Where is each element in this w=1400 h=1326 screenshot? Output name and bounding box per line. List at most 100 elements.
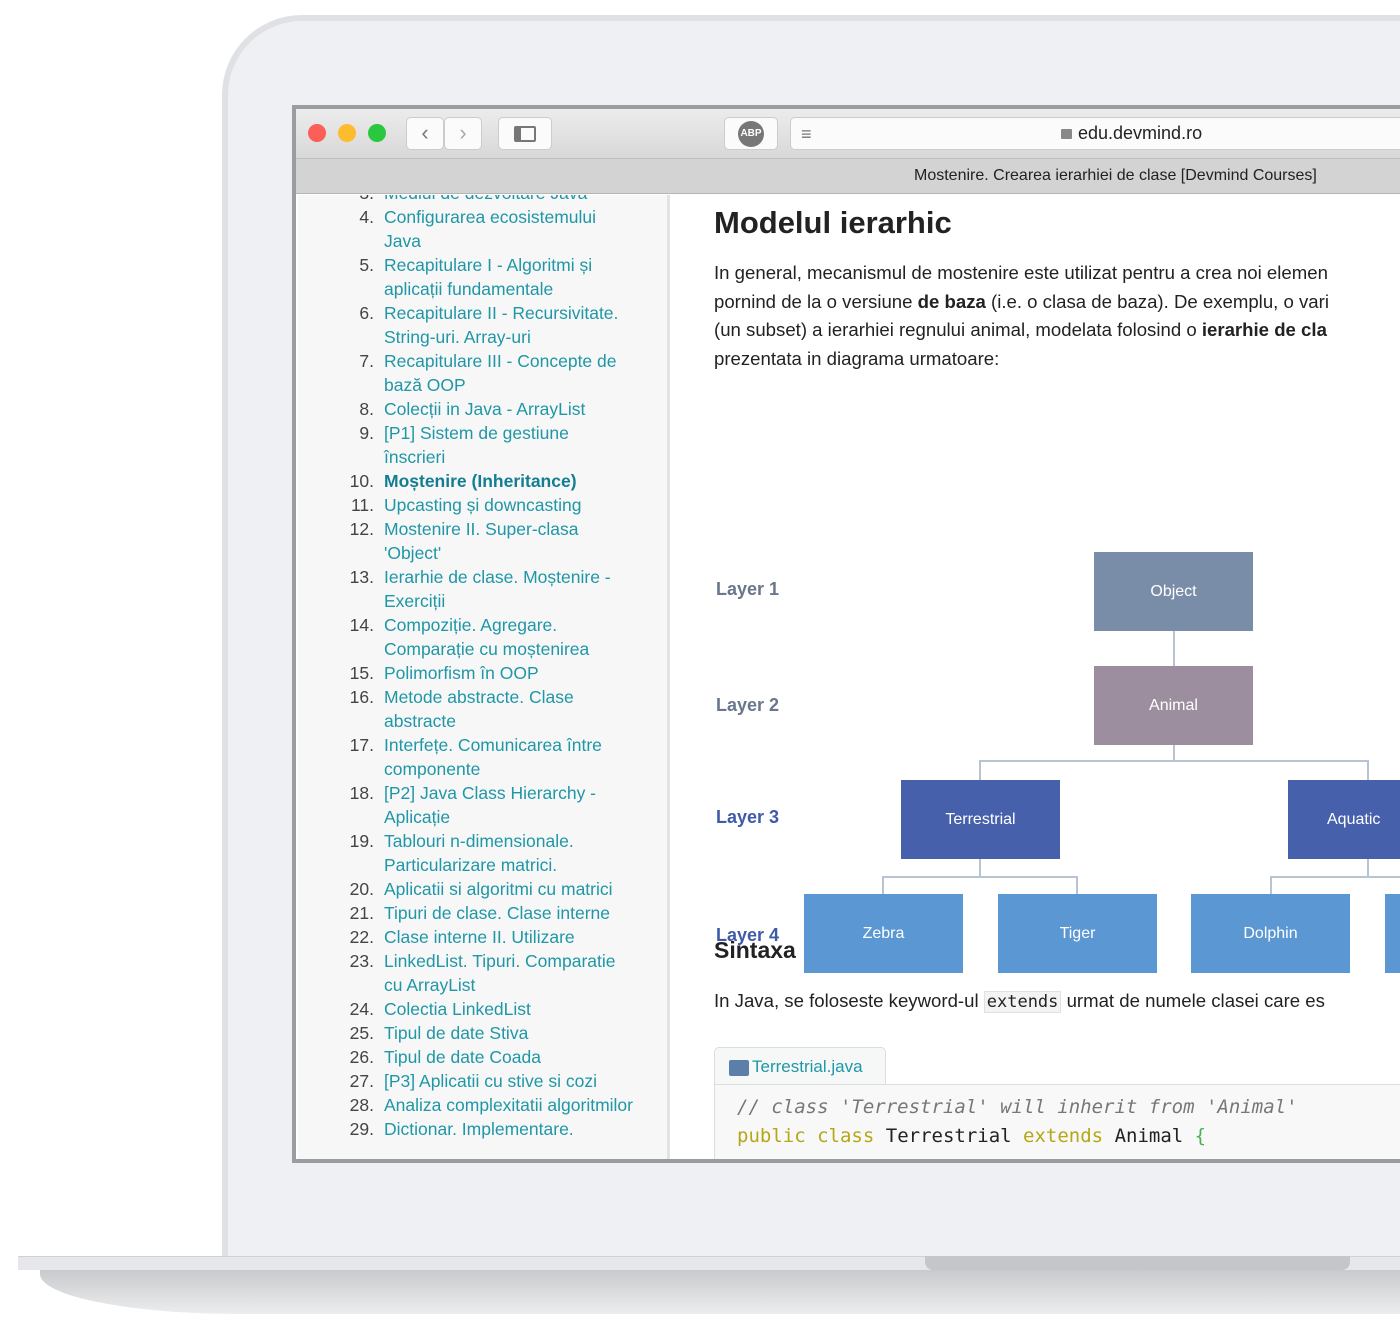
reader-icon[interactable]: ≡: [801, 124, 812, 145]
item-number: 24.: [349, 999, 374, 1019]
sidebar-item[interactable]: 18. [P2] Java Class Hierarchy - Aplicație: [298, 781, 667, 829]
item-link[interactable]: [P2] Java Class Hierarchy - Aplicație: [384, 781, 634, 829]
sidebar-item[interactable]: 29. Dictionar. Implementare.: [298, 1117, 667, 1141]
sidebar-item[interactable]: 4. Configurarea ecosistemului Java: [298, 205, 667, 253]
code-brace: {: [1194, 1125, 1207, 1147]
sidebar-item[interactable]: 17. Interfețe. Comunicarea între componen…: [298, 733, 667, 781]
inline-code: extends: [983, 991, 1062, 1013]
item-link[interactable]: Tablouri n-dimensionale. Particularizare…: [384, 829, 634, 877]
item-link[interactable]: Compoziție. Agregare. Comparație cu moșt…: [384, 613, 634, 661]
connector: [882, 876, 884, 894]
item-link[interactable]: [P1] Sistem de gestiune înscrieri: [384, 421, 634, 469]
item-link[interactable]: Tipul de date Stiva: [384, 1021, 634, 1045]
sidebar-item[interactable]: 15. Polimorfism în OOP: [298, 661, 667, 685]
sidebar-item[interactable]: 10. Moștenire (Inheritance): [298, 469, 667, 493]
item-link[interactable]: Mostenire II. Super-clasa 'Object': [384, 517, 634, 565]
code-identifier: Terrestrial: [885, 1125, 1012, 1147]
item-link[interactable]: Recapitulare III - Concepte de bază OOP: [384, 349, 634, 397]
item-link[interactable]: Colecții in Java - ArrayList: [384, 397, 634, 421]
sidebar-item[interactable]: 16. Metode abstracte. Clase abstracte: [298, 685, 667, 733]
sidebar-item[interactable]: 27. [P3] Aplicatii cu stive si cozi: [298, 1069, 667, 1093]
node-terrestrial: Terrestrial: [901, 780, 1060, 859]
item-link[interactable]: Ierarhie de clase. Moștenire - Exerciții: [384, 565, 634, 613]
item-link[interactable]: Moștenire (Inheritance): [384, 469, 634, 493]
sidebar-item[interactable]: 24. Colectia LinkedList: [298, 997, 667, 1021]
sidebar-item[interactable]: 25. Tipul de date Stiva: [298, 1021, 667, 1045]
item-number: 22.: [349, 927, 374, 947]
sidebar-item[interactable]: 20. Aplicatii si algoritmi cu matrici: [298, 877, 667, 901]
maximize-icon[interactable]: [368, 124, 386, 142]
sidebar-item[interactable]: 12. Mostenire II. Super-clasa 'Object': [298, 517, 667, 565]
item-number: 14.: [349, 615, 374, 635]
sidebar-toggle-button[interactable]: [498, 117, 552, 150]
text: In Java, se foloseste keyword-ul: [714, 990, 984, 1011]
code-identifier: Animal: [1114, 1125, 1184, 1147]
node-dolphin: Dolphin: [1191, 894, 1350, 973]
item-link[interactable]: Upcasting și downcasting: [384, 493, 634, 517]
item-number: 3.: [298, 195, 384, 205]
intro-paragraph: In general, mecanismul de mostenire este…: [714, 259, 1400, 373]
close-icon[interactable]: [308, 124, 326, 142]
item-number: 23.: [349, 951, 374, 971]
sidebar-item[interactable]: 19. Tablouri n-dimensionale. Particulariz…: [298, 829, 667, 877]
node-object: Object: [1094, 552, 1253, 631]
sidebar-item[interactable]: 9. [P1] Sistem de gestiune înscrieri: [298, 421, 667, 469]
item-link[interactable]: Mediul de dezvoltare Java: [384, 195, 634, 205]
sidebar-item[interactable]: 5. Recapitulare I - Algoritmi și aplicați…: [298, 253, 667, 301]
sidebar-item[interactable]: 8. Colecții in Java - ArrayList: [298, 397, 667, 421]
sidebar-item[interactable]: 28. Analiza complexitatii algoritmilor: [298, 1093, 667, 1117]
item-link[interactable]: Dictionar. Implementare.: [384, 1117, 634, 1141]
sidebar-item[interactable]: 3.Mediul de dezvoltare Java: [298, 195, 667, 205]
sidebar-item[interactable]: 14. Compoziție. Agregare. Comparație cu m…: [298, 613, 667, 661]
sidebar-item[interactable]: 11. Upcasting și downcasting: [298, 493, 667, 517]
sidebar-item[interactable]: 7. Recapitulare III - Concepte de bază OO…: [298, 349, 667, 397]
sidebar-item[interactable]: 21. Tipuri de clase. Clase interne: [298, 901, 667, 925]
sidebar-item[interactable]: 22. Clase interne II. Utilizare: [298, 925, 667, 949]
course-sidebar: 3.Mediul de dezvoltare Java 4. Configurare…: [298, 195, 670, 1159]
item-link[interactable]: Interfețe. Comunicarea între componente: [384, 733, 634, 781]
code-file-tab[interactable]: Terrestrial.java: [714, 1047, 886, 1085]
file-name: Terrestrial.java: [752, 1057, 863, 1076]
code-block: // class 'Terrestrial' will inherit from…: [714, 1084, 1400, 1159]
item-link[interactable]: Recapitulare II - Recursivitate. String-…: [384, 301, 634, 349]
item-link[interactable]: Metode abstracte. Clase abstracte: [384, 685, 634, 733]
text: prezentata in diagrama urmatoare:: [714, 347, 1000, 369]
item-number: 4.: [359, 207, 374, 227]
item-number: 8.: [359, 399, 374, 419]
item-number: 19.: [349, 831, 374, 851]
item-link[interactable]: Colectia LinkedList: [384, 997, 634, 1021]
forward-button[interactable]: ›: [444, 117, 482, 150]
sidebar-item[interactable]: 13. Ierarhie de clase. Moștenire - Exerci…: [298, 565, 667, 613]
text: (i.e. o clasa de baza). De exemplu, o va…: [985, 290, 1329, 312]
sidebar-item[interactable]: 26. Tipul de date Coada: [298, 1045, 667, 1069]
text: (un subset) a ierarhiei regnului animal,…: [714, 319, 1202, 340]
adblock-button[interactable]: ABP: [724, 117, 778, 150]
minimize-icon[interactable]: [338, 124, 356, 142]
item-link[interactable]: Aplicatii si algoritmi cu matrici: [384, 877, 634, 901]
item-number: 9.: [359, 423, 374, 443]
item-link[interactable]: [P3] Aplicatii cu stive si cozi: [384, 1069, 634, 1093]
tab-active[interactable]: Mostenire. Crearea ierarhiei de clase [D…: [914, 167, 1317, 185]
sidebar-item[interactable]: 6. Recapitulare II - Recursivitate. Strin…: [298, 301, 667, 349]
item-link[interactable]: Tipuri de clase. Clase interne: [384, 901, 634, 925]
item-link[interactable]: LinkedList. Tipuri. Comparatie cu ArrayL…: [384, 949, 634, 997]
page-title: Modelul ierarhic: [714, 205, 952, 240]
connector: [1270, 876, 1400, 878]
item-number: 13.: [349, 567, 374, 587]
sidebar-item[interactable]: 23. LinkedList. Tipuri. Comparatie cu Arr…: [298, 949, 667, 997]
section-title: Sintaxa: [714, 937, 796, 963]
item-link[interactable]: Tipul de date Coada: [384, 1045, 634, 1069]
item-link[interactable]: Configurarea ecosistemului Java: [384, 205, 634, 253]
browser-window: ‹ › ABP ≡ edu.devmind.ro Mostenire. Crea…: [292, 105, 1400, 1163]
item-link[interactable]: Recapitulare I - Algoritmi și aplicații …: [384, 253, 634, 301]
address-bar[interactable]: ≡ edu.devmind.ro: [790, 117, 1400, 150]
item-link[interactable]: Analiza complexitatii algoritmilor: [384, 1093, 634, 1117]
connector: [979, 760, 1369, 762]
item-number: 12.: [349, 519, 374, 539]
item-link[interactable]: Polimorfism în OOP: [384, 661, 634, 685]
connector: [1173, 744, 1175, 760]
item-number: 16.: [349, 687, 374, 707]
item-link[interactable]: Clase interne II. Utilizare: [384, 925, 634, 949]
back-button[interactable]: ‹: [406, 117, 444, 150]
item-number: 6.: [359, 303, 374, 323]
